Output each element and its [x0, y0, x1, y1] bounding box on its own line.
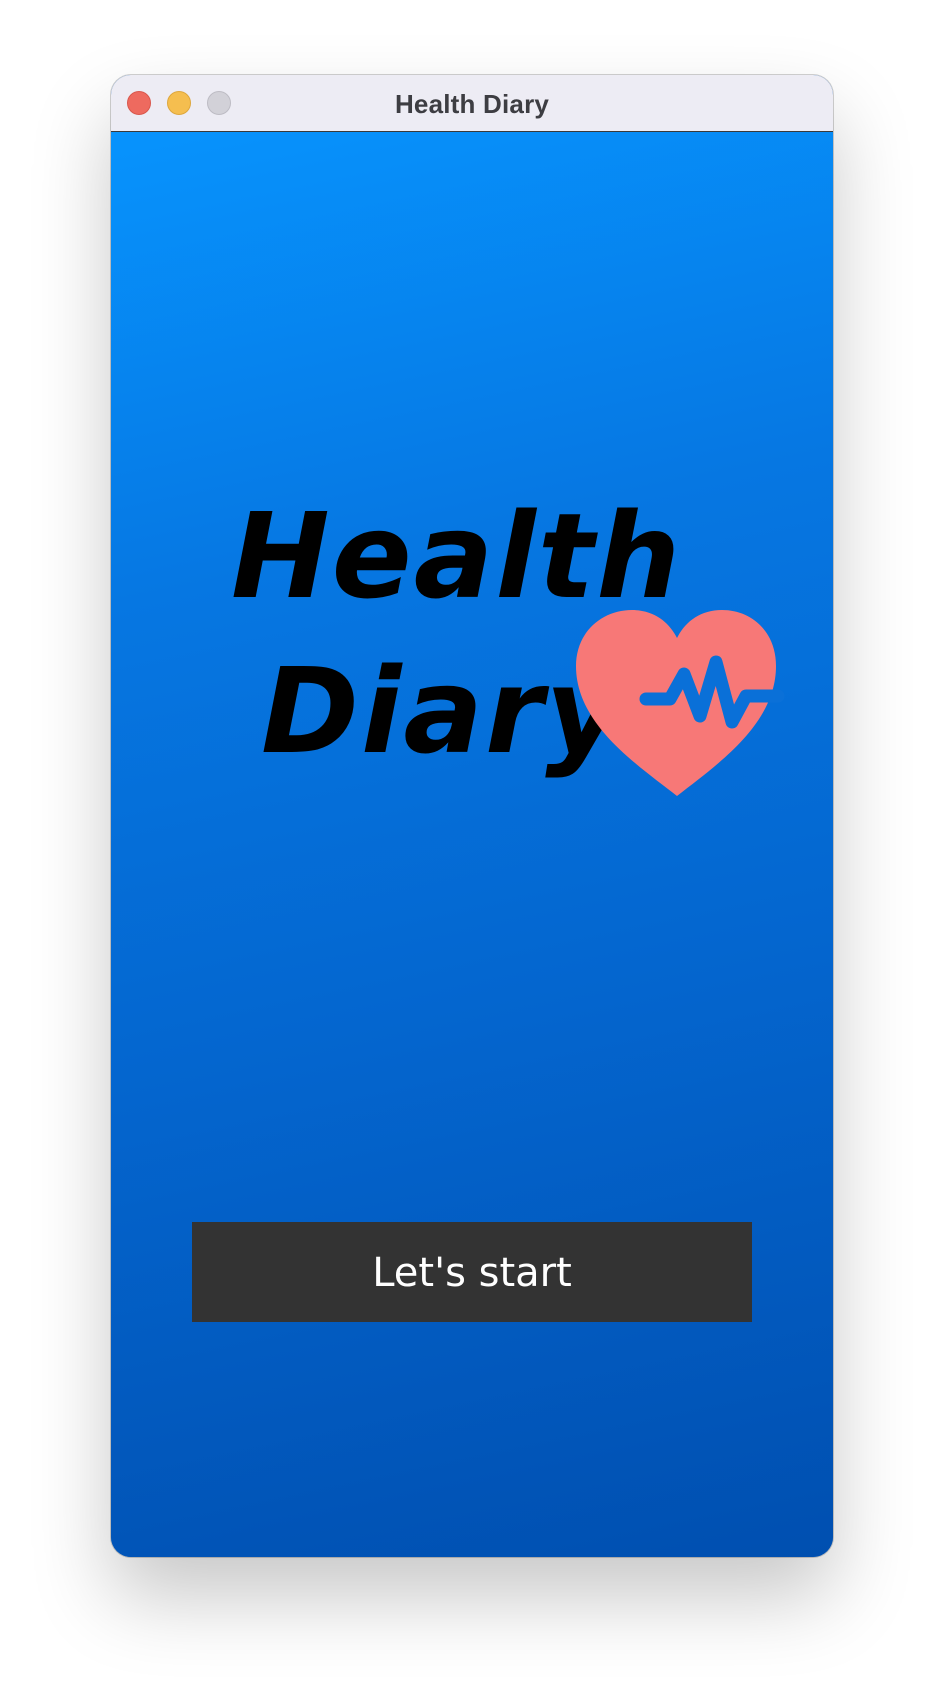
title-bar[interactable]: Health Diary	[111, 75, 833, 132]
window-title: Health Diary	[394, 89, 550, 119]
lets-start-button[interactable]: Let's start	[192, 1222, 752, 1322]
heart-pulse-icon	[576, 610, 785, 796]
app-window: Health Diary Health Diary Let's start	[111, 75, 833, 1557]
welcome-screen: Health Diary Let's start	[111, 132, 833, 1557]
desktop: Health Diary Health Diary Let's start	[0, 0, 944, 1704]
